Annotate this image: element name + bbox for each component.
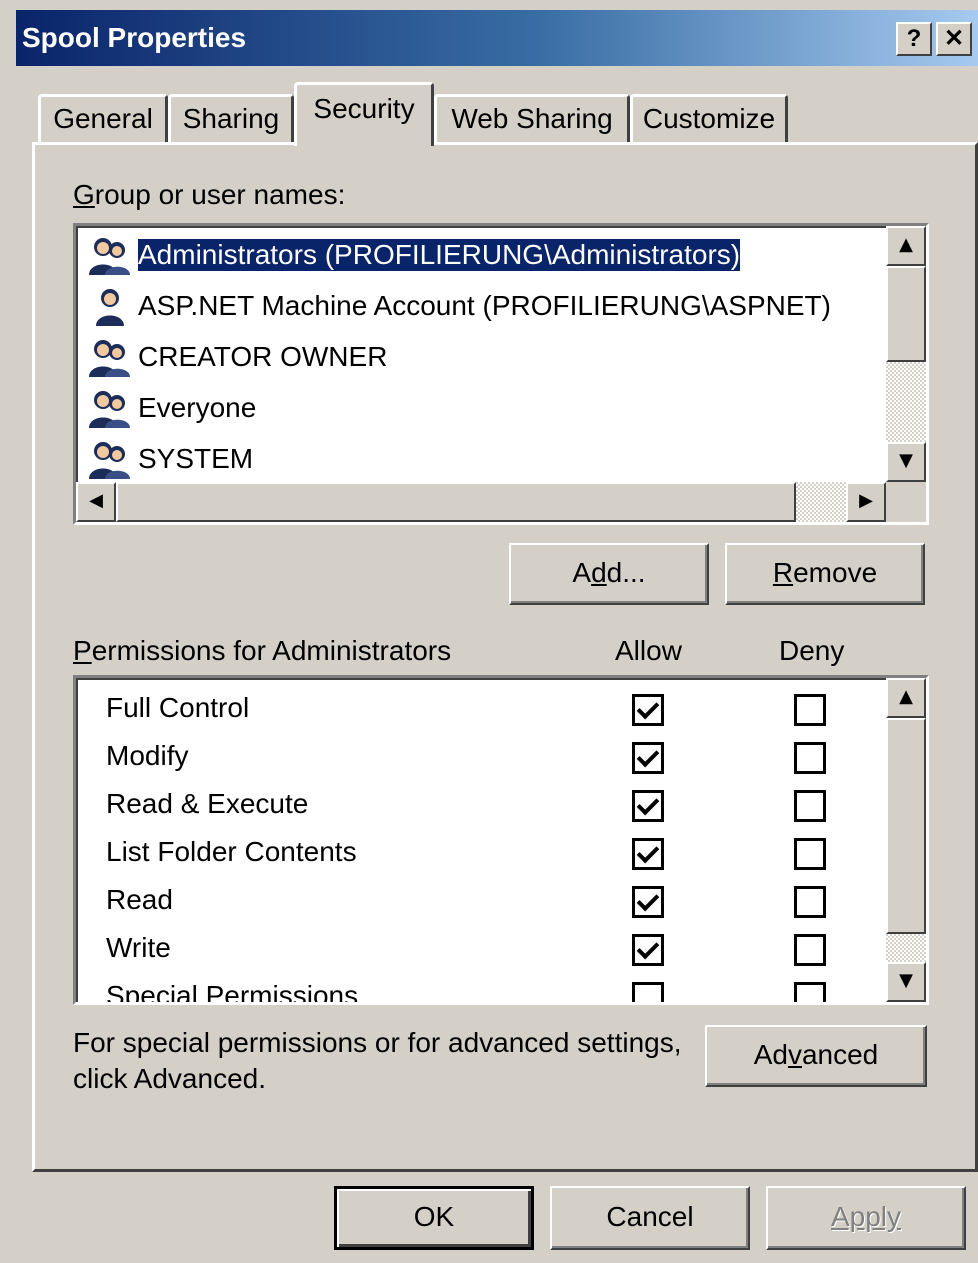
tab-customize[interactable]: Customize xyxy=(630,94,788,144)
help-button[interactable]: ? xyxy=(896,22,932,56)
permission-name: List Folder Contents xyxy=(106,836,357,867)
tab-web-sharing[interactable]: Web Sharing xyxy=(434,94,630,144)
scroll-up-arrow-icon[interactable]: ▲ xyxy=(886,226,926,266)
permission-name: Full Control xyxy=(106,692,250,723)
permissions-label: Permissions for Administrators xyxy=(73,635,452,666)
user-name: CREATOR OWNER xyxy=(138,341,388,372)
group-icon xyxy=(89,238,130,275)
permissions-vertical-scrollbar[interactable]: ▲ ▼ xyxy=(886,678,926,1002)
list-item[interactable]: SYSTEM xyxy=(86,436,253,482)
apply-button[interactable]: Apply xyxy=(766,1186,966,1250)
permission-name: Write xyxy=(106,932,171,963)
group-icon xyxy=(89,340,130,377)
deny-column-header: Deny xyxy=(779,635,845,666)
allow-checkbox[interactable] xyxy=(632,790,664,822)
scroll-down-arrow-icon[interactable]: ▼ xyxy=(886,962,926,1002)
user-icon xyxy=(96,289,124,326)
deny-checkbox[interactable] xyxy=(794,982,826,1002)
deny-checkbox[interactable] xyxy=(794,790,826,822)
scroll-thumb[interactable] xyxy=(886,718,926,934)
list-item[interactable]: ASP.NET Machine Account (PROFILIERUNG\AS… xyxy=(86,283,831,329)
ok-button[interactable]: OK xyxy=(334,1186,534,1250)
advanced-hint-line2: click Advanced. xyxy=(73,1063,266,1094)
user-name: Administrators (PROFILIERUNG\Administrat… xyxy=(136,238,742,272)
allow-checkbox[interactable] xyxy=(632,982,664,1002)
horizontal-scroll-thumb[interactable] xyxy=(116,482,796,522)
properties-dialog: Spool Properties ? ✕ General Sharing Sec… xyxy=(0,0,978,1263)
scroll-right-arrow-icon[interactable]: ▶ xyxy=(846,482,886,522)
user-name: Everyone xyxy=(138,392,257,423)
deny-checkbox[interactable] xyxy=(794,694,826,726)
group-icon xyxy=(89,442,130,479)
allow-column-header: Allow xyxy=(615,635,682,666)
list-item[interactable]: Administrators (PROFILIERUNG\Administrat… xyxy=(86,232,742,278)
window-title: Spool Properties xyxy=(22,22,247,53)
group-user-list[interactable]: Administrators (PROFILIERUNG\Administrat… xyxy=(73,223,929,525)
allow-checkbox[interactable] xyxy=(632,838,664,870)
permission-name: Special Permissions xyxy=(106,980,359,1005)
permission-name: Modify xyxy=(106,740,189,771)
user-name: SYSTEM xyxy=(138,443,254,474)
allow-checkbox[interactable] xyxy=(632,694,664,726)
permission-name: Read xyxy=(106,884,173,915)
list-item[interactable]: Everyone xyxy=(86,385,256,431)
allow-checkbox[interactable] xyxy=(632,934,664,966)
scroll-down-arrow-icon[interactable]: ▼ xyxy=(886,442,926,482)
permissions-list[interactable]: Full Control Modify Read & Execute List Fol… xyxy=(73,675,929,1005)
advanced-button[interactable]: Advanced xyxy=(705,1025,927,1087)
users-vertical-scrollbar[interactable]: ▲ ▼ xyxy=(886,226,926,482)
allow-checkbox[interactable] xyxy=(632,742,664,774)
list-item[interactable]: CREATOR OWNER xyxy=(86,334,387,380)
permission-name: Read & Execute xyxy=(106,788,309,819)
add-button[interactable]: Add... xyxy=(509,543,709,605)
deny-checkbox[interactable] xyxy=(794,886,826,918)
scroll-left-arrow-icon[interactable]: ◀ xyxy=(76,482,116,522)
scroll-up-arrow-icon[interactable]: ▲ xyxy=(886,678,926,718)
group-or-user-names-label: Group or user names: xyxy=(73,179,346,210)
tab-general[interactable]: General xyxy=(38,94,168,144)
cancel-button[interactable]: Cancel xyxy=(550,1186,750,1250)
group-icon xyxy=(89,391,130,428)
tab-sharing[interactable]: Sharing xyxy=(168,94,294,144)
users-horizontal-scrollbar[interactable]: ◀ ▶ xyxy=(76,482,886,522)
scroll-thumb[interactable] xyxy=(886,266,926,362)
security-tab-panel: Group or user names: Administrators (PRO… xyxy=(32,142,978,1172)
deny-checkbox[interactable] xyxy=(794,934,826,966)
deny-checkbox[interactable] xyxy=(794,742,826,774)
allow-checkbox[interactable] xyxy=(632,886,664,918)
user-name: ASP.NET Machine Account (PROFILIERUNG\AS… xyxy=(138,290,831,321)
advanced-hint-line1: For special permissions or for advanced … xyxy=(73,1027,682,1058)
remove-button[interactable]: Remove xyxy=(725,543,925,605)
close-button[interactable]: ✕ xyxy=(936,22,972,56)
scrollbar-corner xyxy=(886,482,926,522)
deny-checkbox[interactable] xyxy=(794,838,826,870)
title-bar[interactable]: Spool Properties ? ✕ xyxy=(16,10,978,66)
tab-security[interactable]: Security xyxy=(294,82,434,146)
